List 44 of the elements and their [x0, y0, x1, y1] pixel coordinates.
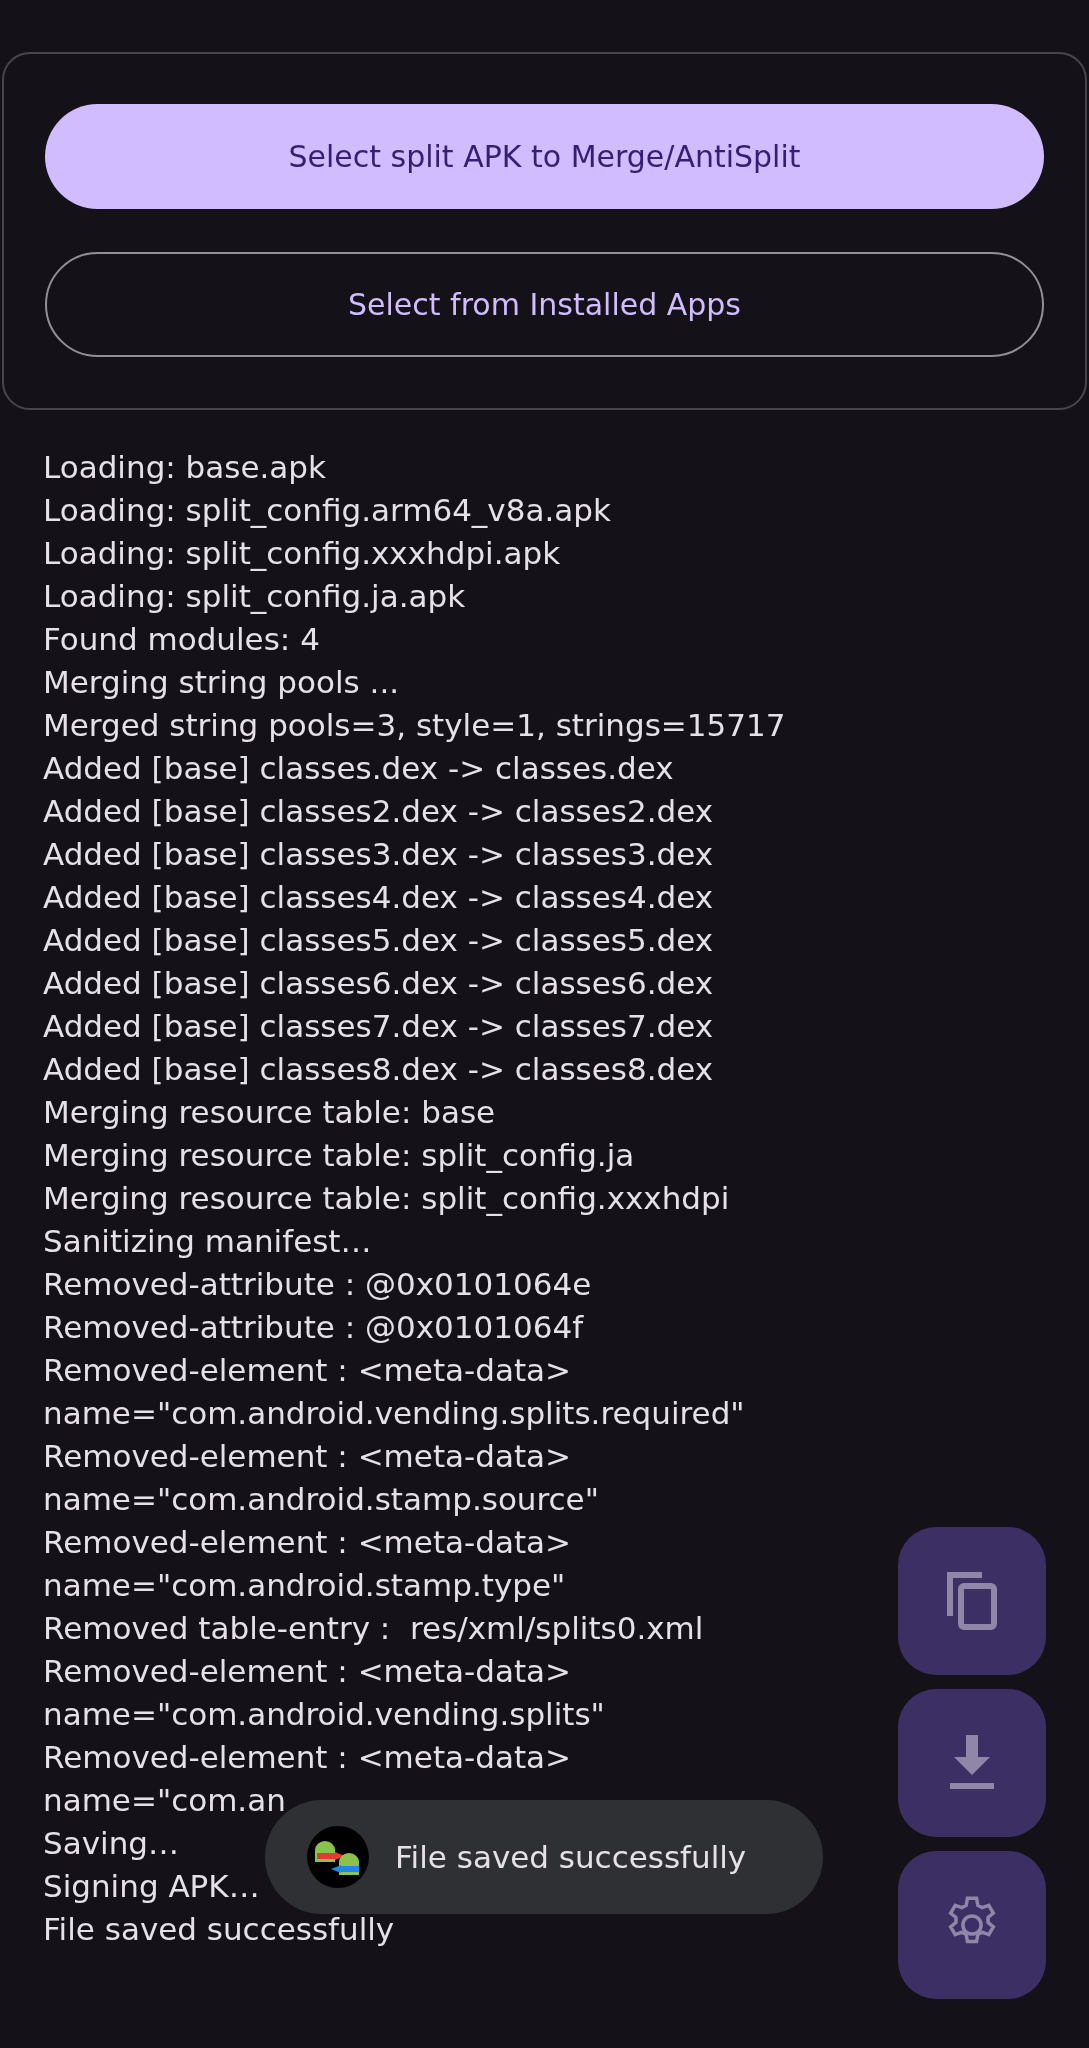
log-line: name="com.an — [43, 1781, 286, 1820]
log-line: Removed-element : <meta-data> — [43, 1652, 572, 1691]
log-line: Added [base] classes2.dex -> classes2.dex — [43, 792, 714, 831]
log-line: Merging resource table: split_config.xxxhdpi — [43, 1179, 730, 1218]
log-line: name="com.android.stamp.source" — [43, 1480, 599, 1519]
installed-apps-button[interactable]: Select from Installed Apps — [45, 252, 1044, 357]
toast-message: File saved successfully — [395, 1837, 747, 1877]
log-line: Added [base] classes4.dex -> classes4.dex — [43, 878, 714, 917]
log-line: Sanitizing manifest… — [43, 1222, 372, 1261]
log-line: Saving… — [43, 1824, 179, 1863]
log-line: Added [base] classes3.dex -> classes3.dex — [43, 835, 714, 874]
log-line: Loading: split_config.arm64_v8a.apk — [43, 491, 611, 530]
copy-icon — [947, 1572, 997, 1630]
log-line: Removed-element : <meta-data> — [43, 1738, 572, 1777]
log-line: Removed table-entry : res/xml/splits0.xml — [43, 1609, 704, 1648]
log-line: name="com.android.vending.splits.required" — [43, 1394, 745, 1433]
log-line: Added [base] classes5.dex -> classes5.dex — [43, 921, 714, 960]
app-icon — [307, 1826, 369, 1888]
log-line: Added [base] classes.dex -> classes.dex — [43, 749, 674, 788]
log-line: Removed-attribute : @0x0101064e — [43, 1265, 592, 1304]
merge-button[interactable]: Select split APK to Merge/AntiSplit — [45, 104, 1044, 209]
log-line: name="com.android.stamp.type" — [43, 1566, 566, 1605]
copy-button[interactable] — [898, 1527, 1046, 1675]
log-line: Loading: split_config.xxxhdpi.apk — [43, 534, 561, 573]
download-button[interactable] — [898, 1689, 1046, 1837]
log-line: Merged string pools=3, style=1, strings=15717 — [43, 706, 786, 745]
log-line: Added [base] classes8.dex -> classes8.dex — [43, 1050, 714, 1089]
log-line: Added [base] classes6.dex -> classes6.dex — [43, 964, 714, 1003]
log-line: Merging resource table: split_config.ja — [43, 1136, 635, 1175]
log-line: Signing APK… — [43, 1867, 260, 1906]
log-line: Merging string pools ... — [43, 663, 400, 702]
log-line: Merging resource table: base — [43, 1093, 496, 1132]
log-line: Loading: split_config.ja.apk — [43, 577, 466, 616]
download-icon — [949, 1735, 995, 1791]
log-line: Found modules: 4 — [43, 620, 320, 659]
settings-button[interactable] — [898, 1851, 1046, 1999]
log-line: Loading: base.apk — [43, 448, 326, 487]
log-line: Removed-element : <meta-data> — [43, 1437, 572, 1476]
log-line: Added [base] classes7.dex -> classes7.dex — [43, 1007, 714, 1046]
log-line: Removed-attribute : @0x0101064f — [43, 1308, 584, 1347]
log-line: Removed-element : <meta-data> — [43, 1523, 572, 1562]
log-line: name="com.android.vending.splits" — [43, 1695, 605, 1734]
log-line: Removed-element : <meta-data> — [43, 1351, 572, 1390]
log-line: File saved successfully — [43, 1910, 395, 1949]
